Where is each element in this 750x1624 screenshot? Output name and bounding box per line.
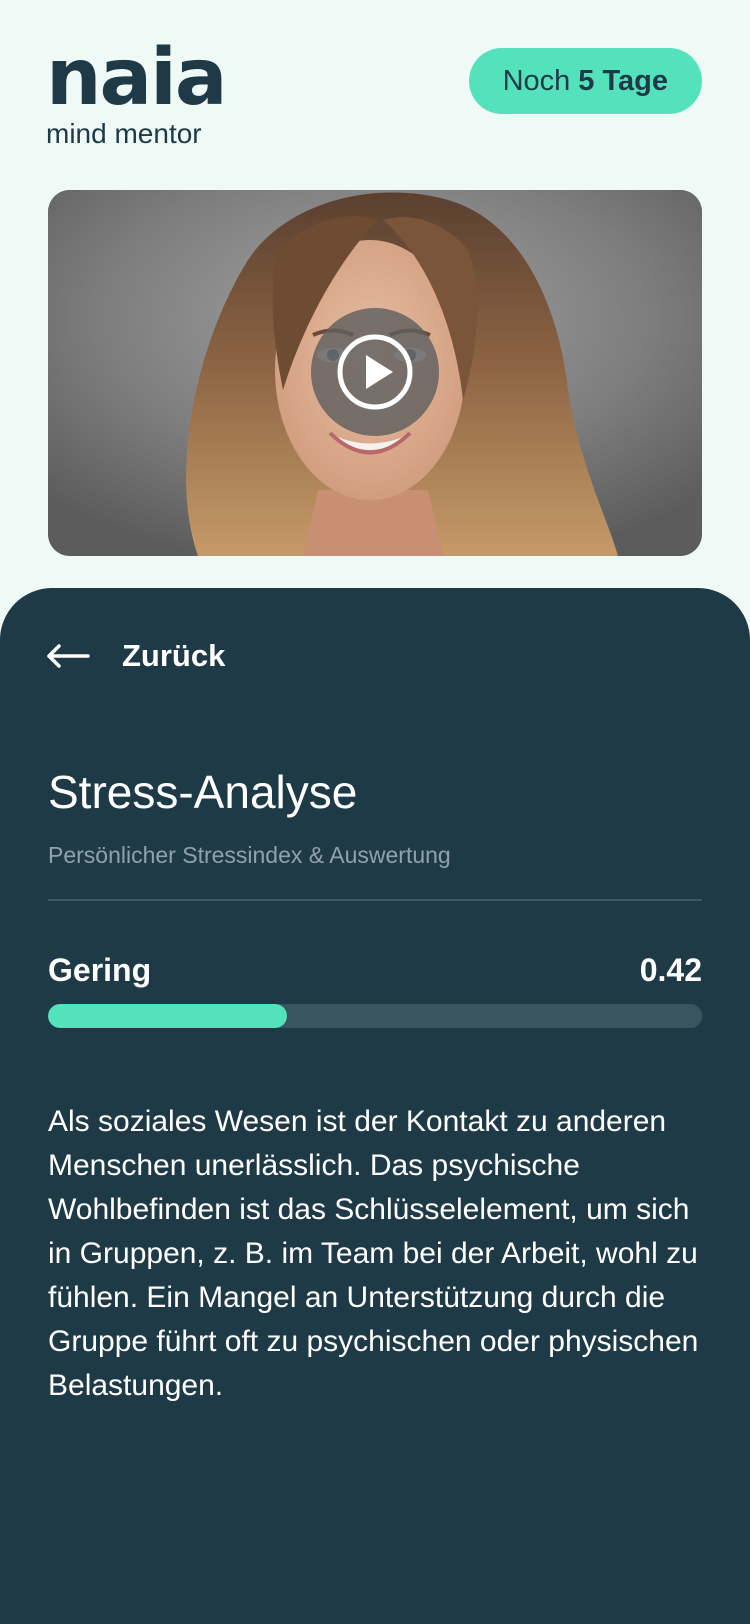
logo-subtitle: mind mentor [46,118,202,149]
logo-word: naia [46,33,228,123]
days-value: 5 Tage [578,64,668,97]
stress-level-label: Gering [48,952,152,988]
back-label: Zurück [122,638,226,673]
analysis-panel: Zurück Stress-Analyse Persönlicher Stres… [0,588,750,1624]
back-button[interactable]: Zurück [46,636,225,676]
brand-logo: naia mind mentor [46,33,228,150]
play-button[interactable] [311,308,439,436]
stress-progress-bar [48,1004,702,1028]
divider [48,899,702,901]
days-remaining-badge: Noch 5 Tage [468,48,702,114]
video-player[interactable] [48,190,702,556]
analysis-description: Als soziales Wesen ist der Kontakt zu an… [48,1105,699,1402]
page-subtitle: Persönlicher Stressindex & Auswertung [48,842,451,868]
stress-score-value: 0.42 [639,952,702,988]
play-icon [337,334,413,410]
page-title: Stress-Analyse [48,766,358,818]
stress-progress-fill [48,1004,287,1028]
app-screen: naia mind mentor Noch 5 Tage Zurück Stre… [0,0,750,1624]
days-prefix: Noch [502,64,571,97]
arrow-left-icon [47,644,90,668]
